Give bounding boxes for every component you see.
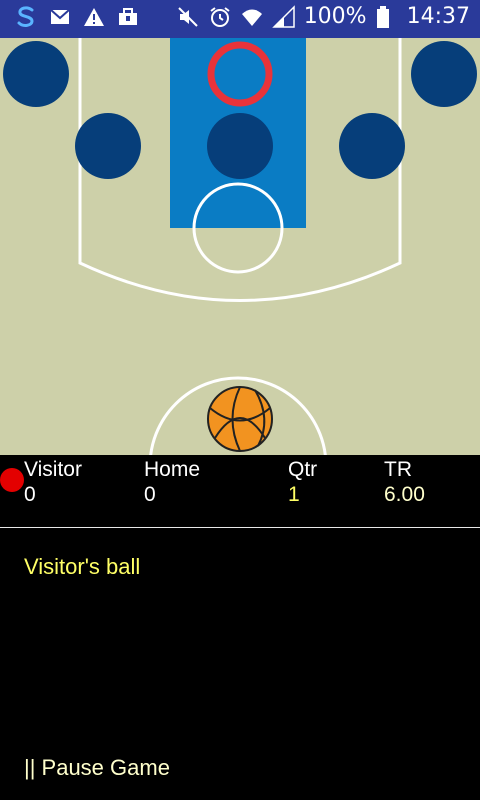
mail-icon <box>48 5 72 29</box>
home-score: 0 <box>144 483 156 506</box>
tr-label: TR <box>384 458 412 481</box>
possession-indicator <box>0 468 24 492</box>
home-label: Home <box>144 458 201 481</box>
clock: 14:37 <box>406 4 470 29</box>
visitor-score: 0 <box>24 483 36 506</box>
player-2 <box>411 41 477 107</box>
basketball-icon <box>207 386 273 452</box>
status-bar: 100% 14:37 <box>0 0 480 38</box>
warning-icon <box>82 5 106 29</box>
visitor-label: Visitor <box>24 458 82 481</box>
divider <box>0 527 480 528</box>
mute-icon <box>176 5 200 29</box>
player-4 <box>207 113 273 179</box>
battery-icon <box>375 5 399 29</box>
player-3 <box>75 113 141 179</box>
game-message: Visitor's ball <box>24 554 141 579</box>
wifi-icon <box>240 5 264 29</box>
briefcase-icon <box>116 5 140 29</box>
alarm-icon <box>208 5 232 29</box>
quarter-value: 1 <box>288 483 300 506</box>
s-logo-icon <box>14 5 38 29</box>
player-5 <box>339 113 405 179</box>
status-bar-right: 100% 14:37 <box>176 4 470 29</box>
signal-icon <box>271 4 296 29</box>
tr-value: 6.00 <box>384 483 425 506</box>
status-bar-left <box>14 5 140 29</box>
quarter-label: Qtr <box>288 458 318 481</box>
basketball-court[interactable] <box>0 38 480 455</box>
court-drawing <box>3 38 477 455</box>
battery-percent: 100% <box>303 4 367 29</box>
pause-game-button[interactable]: || Pause Game <box>24 755 170 781</box>
player-1 <box>3 41 69 107</box>
